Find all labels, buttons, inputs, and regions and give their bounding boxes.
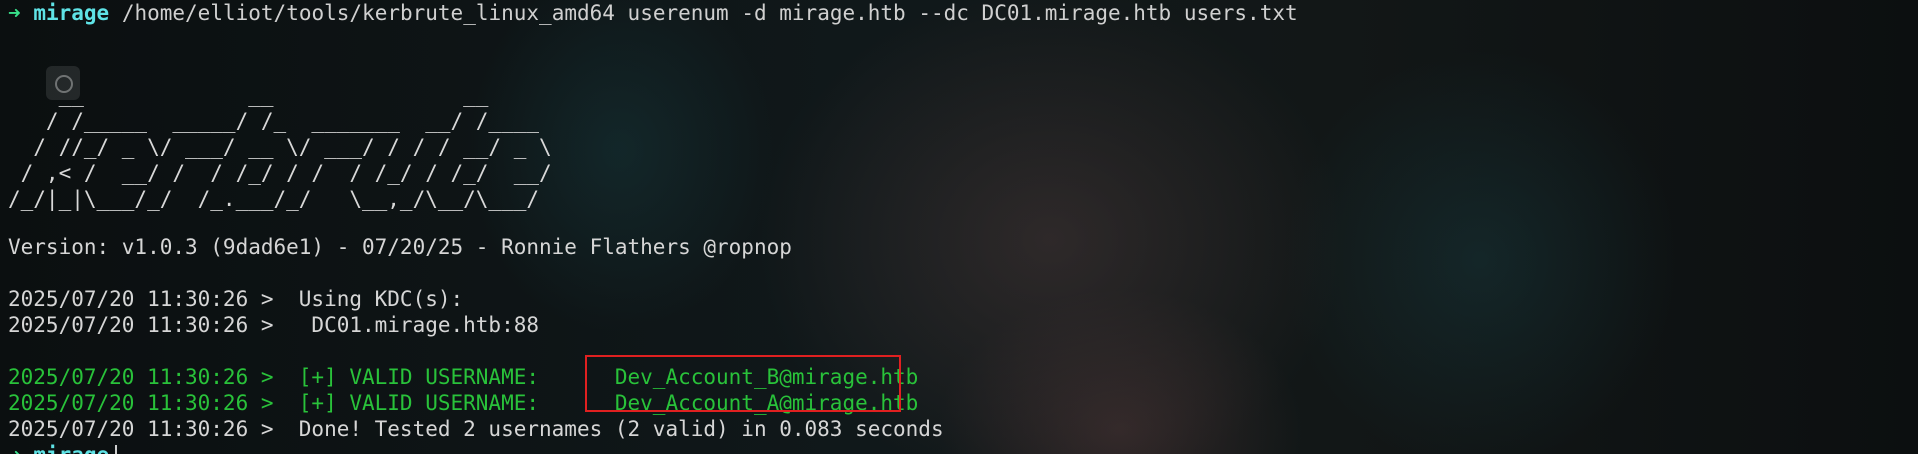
command-line: ➜ mirage /home/elliot/tools/kerbrute_lin…: [8, 0, 1298, 26]
valid-users-highlight-box: [585, 355, 901, 412]
next-prompt-line[interactable]: ➜ mirage: [8, 442, 118, 454]
prompt-arrow: ➜: [8, 443, 21, 454]
text-cursor: [115, 445, 118, 454]
prompt-arrow: ➜: [8, 1, 21, 25]
kdc-entry-line: 2025/07/20 11:30:26 > DC01.mirage.htb:88: [8, 313, 540, 337]
valid-prefix: 2025/07/20 11:30:26 > [+] VALID USERNAME…: [8, 391, 540, 415]
terminal-window[interactable]: ➜ mirage /home/elliot/tools/kerbrute_lin…: [0, 0, 1918, 454]
version-line: Version: v1.0.3 (9dad6e1) - 07/20/25 - R…: [8, 235, 792, 259]
prompt-directory: mirage: [33, 1, 110, 25]
valid-prefix: 2025/07/20 11:30:26 > [+] VALID USERNAME…: [8, 365, 540, 389]
command-text: /home/elliot/tools/kerbrute_linux_amd64 …: [121, 1, 1298, 25]
kerbrute-ascii-banner: __ __ __ / /_____ _____/ /_ _______ __/ …: [8, 83, 552, 211]
prompt-directory: mirage: [33, 443, 109, 454]
done-line: 2025/07/20 11:30:26 > Done! Tested 2 use…: [8, 417, 944, 441]
kdc-header-line: 2025/07/20 11:30:26 > Using KDC(s):: [8, 287, 464, 311]
